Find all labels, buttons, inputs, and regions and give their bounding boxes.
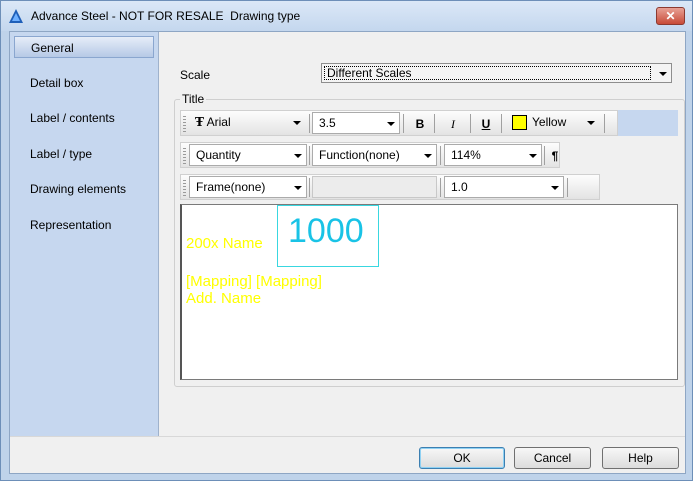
chevron-down-icon — [551, 186, 559, 190]
disabled-field — [312, 176, 437, 198]
font-size-value: 3.5 — [319, 116, 336, 130]
italic-button[interactable]: I — [443, 114, 463, 134]
color-swatch-icon — [512, 115, 527, 130]
help-button[interactable]: Help — [602, 447, 679, 469]
font-name: Arial — [206, 115, 231, 129]
scale-dropdown[interactable]: Different Scales — [321, 63, 672, 83]
width-factor-value: 114% — [451, 148, 481, 162]
function-dropdown[interactable]: Function(none) — [312, 144, 437, 166]
sidebar-item-label-contents[interactable]: Label / contents — [14, 107, 154, 129]
label-preview: 200x Name 1000 [Mapping] [Mapping] Add. … — [180, 204, 678, 380]
paragraph-button[interactable]: ¶ — [545, 146, 565, 166]
chevron-down-icon — [294, 186, 302, 190]
text-format-toolbar-row-2: Quantity Function(none) 114% ¶ — [180, 142, 560, 168]
toolbar-grip[interactable] — [183, 116, 186, 132]
chevron-down-icon — [424, 154, 432, 158]
toolbar-separator — [501, 114, 502, 133]
general-panel: Scale Different Scales Title Ŧ Arial 3.5 — [160, 32, 685, 436]
ok-button[interactable]: OK — [419, 447, 505, 469]
frame-dropdown[interactable]: Frame(none) — [189, 176, 307, 198]
chevron-down-icon — [294, 154, 302, 158]
preview-number: 1000 — [288, 212, 364, 250]
cancel-button[interactable]: Cancel — [514, 447, 591, 469]
close-button[interactable]: ✕ — [656, 7, 685, 25]
toolbar-separator — [440, 146, 441, 165]
title-bar[interactable]: Advance Steel - NOT FOR RESALE Drawing t… — [1, 1, 692, 31]
chevron-down-icon — [387, 122, 395, 126]
sidebar: General Detail box Label / contents Labe… — [10, 32, 159, 436]
toolbar-separator — [470, 114, 471, 133]
font-size-dropdown[interactable]: 3.5 — [312, 112, 400, 134]
line-spacing-value: 1.0 — [451, 180, 468, 194]
toolbar-separator — [604, 114, 605, 133]
frame-value: Frame(none) — [196, 180, 266, 194]
title-group-legend: Title — [180, 92, 207, 106]
truetype-font-icon: Ŧ — [195, 115, 204, 129]
line-spacing-dropdown[interactable]: 1.0 — [444, 176, 564, 198]
toolbar-separator — [440, 178, 441, 197]
sidebar-item-label-type[interactable]: Label / type — [14, 143, 154, 165]
sidebar-item-detail-box[interactable]: Detail box — [14, 72, 154, 94]
toolbar-separator — [309, 146, 310, 165]
function-value: Function(none) — [319, 148, 400, 162]
color-name: Yellow — [532, 115, 567, 129]
toolbar-separator — [309, 114, 310, 133]
dialog-footer: OK Cancel Help — [10, 436, 685, 473]
dialog-client: General Detail box Label / contents Labe… — [9, 31, 686, 474]
quantity-dropdown[interactable]: Quantity — [189, 144, 307, 166]
preview-mapping-line: [Mapping] [Mapping] — [186, 273, 322, 290]
toolbar-separator — [434, 114, 435, 133]
advance-steel-logo-icon — [9, 9, 23, 23]
chevron-down-icon — [659, 72, 667, 76]
sidebar-item-general[interactable]: General — [14, 36, 154, 58]
scale-value: Different Scales — [324, 66, 651, 80]
sidebar-item-drawing-elements[interactable]: Drawing elements — [14, 178, 154, 200]
toolbar-fill — [618, 110, 678, 136]
window-title: Advance Steel - NOT FOR RESALE Drawing t… — [31, 9, 301, 23]
toolbar-grip[interactable] — [183, 148, 186, 164]
underline-button[interactable]: U — [476, 114, 496, 134]
sidebar-item-representation[interactable]: Representation — [14, 214, 154, 236]
width-factor-dropdown[interactable]: 114% — [444, 144, 542, 166]
toolbar-separator — [567, 178, 568, 197]
text-format-toolbar-row-1: Ŧ Arial 3.5 B I U Yellow — [180, 110, 618, 136]
color-dropdown[interactable]: Yellow — [504, 112, 602, 134]
toolbar-separator — [403, 114, 404, 133]
chevron-down-icon — [293, 121, 301, 125]
toolbar-separator — [309, 178, 310, 197]
dialog-window: Advance Steel - NOT FOR RESALE Drawing t… — [0, 0, 693, 481]
text-format-toolbar-row-3: Frame(none) 1.0 — [180, 174, 600, 200]
toolbar-grip[interactable] — [183, 180, 186, 196]
scale-label: Scale — [180, 68, 211, 82]
close-icon: ✕ — [665, 9, 676, 23]
chevron-down-icon — [529, 154, 537, 158]
preview-number-box: 1000 — [277, 205, 379, 267]
chevron-down-icon — [587, 121, 595, 125]
font-dropdown[interactable]: Ŧ Arial — [189, 112, 307, 134]
quantity-value: Quantity — [196, 148, 241, 162]
preview-mapping: [Mapping] [Mapping] Add. Name — [186, 273, 322, 307]
preview-name: 200x Name — [186, 235, 263, 252]
preview-add-name: Add. Name — [186, 290, 262, 307]
bold-button[interactable]: B — [410, 114, 430, 134]
